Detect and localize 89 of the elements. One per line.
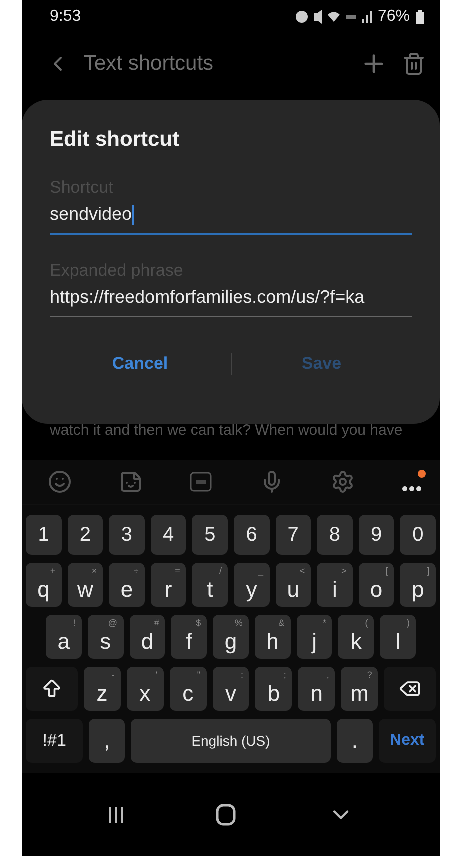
wifi-icon — [328, 12, 340, 22]
keyboard-key[interactable]: 1 — [26, 515, 62, 555]
keyboard-key[interactable]: n , — [298, 667, 336, 711]
screen-title: Text shortcuts — [84, 52, 215, 76]
key-hint: ÷ — [134, 566, 139, 576]
shift-key[interactable] — [26, 667, 78, 711]
key-hint: [ — [386, 566, 388, 576]
keyboard-key[interactable]: x ' — [126, 667, 164, 711]
key-hint: ' — [156, 670, 158, 680]
keyboard-key[interactable]: f $ — [171, 615, 208, 659]
keyboard-key[interactable]: a ! — [46, 615, 82, 659]
key-hint: * — [322, 618, 326, 628]
key-hint: - — [112, 670, 115, 680]
keyboard-key[interactable]: m ? — [341, 667, 378, 711]
key-hint: , — [326, 670, 330, 680]
key-hint: % — [234, 618, 243, 628]
keyboard-key[interactable]: z - — [84, 667, 121, 711]
recent-apps-icon[interactable] — [108, 806, 124, 824]
sticker-icon[interactable] — [119, 470, 144, 494]
keyboard-key[interactable]: 5 — [192, 515, 228, 555]
key-hint: ! — [73, 618, 76, 628]
keyboard-key[interactable]: o [ — [358, 563, 394, 607]
keyboard-key[interactable]: v : — [212, 667, 250, 711]
keyboard-key[interactable]: t / — [192, 563, 228, 607]
key-hint: ? — [367, 670, 372, 680]
keyboard-key[interactable]: l ) — [380, 615, 416, 659]
keyboard-key[interactable]: 8 — [317, 515, 353, 555]
home-icon[interactable] — [216, 804, 236, 826]
key-hint: & — [278, 618, 285, 628]
keyboard-key[interactable]: 9 — [358, 515, 394, 555]
key-hint: ( — [365, 618, 368, 628]
key-hint: @ — [108, 618, 118, 628]
key-hint: " — [197, 670, 201, 680]
keyboard-key[interactable]: 2 — [68, 515, 104, 555]
keyboard-key[interactable]: w × — [68, 563, 104, 607]
settings-icon[interactable] — [330, 470, 355, 494]
clock: 9:53 — [50, 8, 82, 26]
message-text: watch it and then we can talk? When would you have — [50, 422, 403, 439]
keyboard-key[interactable]: 3 — [109, 515, 145, 555]
input-field[interactable]: https://freedomforfamilies.com/us/?f=ka — [50, 287, 412, 318]
keyboard-key[interactable]: r = — [150, 563, 186, 607]
key-hint: < — [300, 566, 306, 576]
more-icon[interactable] — [402, 486, 422, 492]
key-hint: + — [50, 566, 56, 576]
dialog-title: Edit shortcut — [50, 128, 180, 152]
keyboard-key[interactable]: . — [337, 719, 373, 763]
signal-icon — [362, 11, 372, 23]
key-hint: # — [154, 618, 160, 628]
input-field[interactable]: sendvideo — [50, 204, 412, 236]
keyboard-key[interactable]: u < — [276, 563, 312, 607]
space-bar[interactable]: English (US) — [130, 719, 332, 763]
keyboard-key[interactable]: d # — [130, 615, 166, 659]
keyboard-key[interactable]: e ÷ — [109, 563, 145, 607]
key-hint: > — [341, 566, 347, 576]
keyboard-key[interactable]: c " — [170, 667, 207, 711]
key-hint: = — [175, 566, 180, 576]
keyboard-key[interactable]: 0 — [400, 515, 436, 555]
backspace-key[interactable] — [384, 667, 436, 711]
symbols-key[interactable]: !#1 — [26, 719, 84, 763]
emoji-icon[interactable] — [48, 470, 72, 494]
keyboard-key[interactable]: 6 — [234, 515, 270, 555]
keyboard-key[interactable]: k ( — [338, 615, 374, 659]
key-hint: : — [240, 670, 244, 680]
key-hint: ] — [427, 566, 430, 576]
key-hint: / — [219, 566, 222, 576]
key-hint: _ — [258, 566, 264, 576]
keyboard-key[interactable]: q + — [26, 563, 62, 607]
keyboard-key[interactable]: h & — [254, 615, 291, 659]
key-hint: ) — [407, 618, 410, 628]
keyboard-key[interactable]: 7 — [276, 515, 312, 555]
keyboard-key[interactable]: i > — [317, 563, 353, 607]
keyboard-key[interactable]: p ] — [400, 563, 436, 607]
keyboard-key[interactable]: y _ — [234, 563, 270, 607]
trash-icon[interactable] — [402, 52, 426, 76]
keyboard-key[interactable]: g % — [213, 615, 249, 659]
battery-percent: 76% — [378, 8, 410, 26]
keyboard-key[interactable]: j * — [296, 615, 332, 659]
keyboard-key[interactable]: s @ — [88, 615, 124, 659]
key-hint: $ — [196, 618, 202, 628]
keyboard-key[interactable]: b ; — [255, 667, 292, 711]
battery-icon — [416, 10, 424, 24]
gif-icon[interactable] — [190, 472, 212, 492]
key-hint: × — [92, 566, 98, 576]
keyboard-key[interactable]: 4 — [150, 515, 186, 555]
key-hint: ; — [284, 670, 286, 680]
keyboard-key[interactable]: , — [89, 719, 125, 763]
next-key[interactable]: Next — [378, 719, 436, 763]
cancel-button[interactable]: Cancel — [50, 353, 230, 376]
shift-icon — [40, 678, 63, 700]
